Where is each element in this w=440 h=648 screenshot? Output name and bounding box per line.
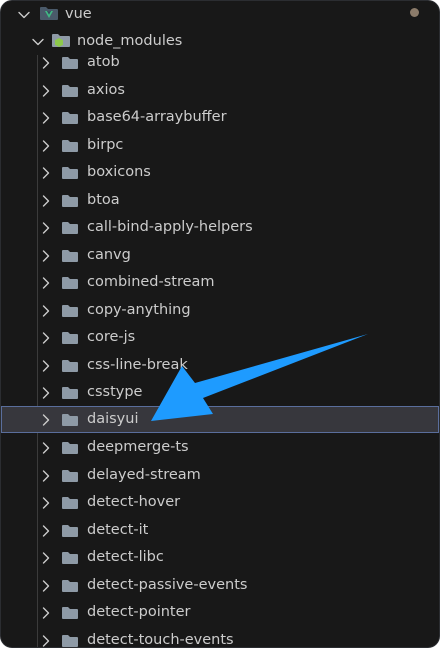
folder-icon [61,358,79,372]
tree-item-folder[interactable]: boxicons [1,159,439,186]
chevron-right-icon[interactable] [39,220,53,234]
folder-icon [61,275,79,289]
tree-item-folder[interactable]: detect-it [1,517,439,544]
folder-icon [61,110,79,124]
tree-item-label: daisyui [87,411,139,427]
chevron-right-icon[interactable] [39,55,53,69]
tree-item-label: detect-hover [87,494,181,510]
folder-icon [61,550,79,564]
chevron-right-icon[interactable] [39,605,53,619]
tree-item-folder[interactable]: copy-anything [1,297,439,324]
chevron-right-icon[interactable] [39,275,53,289]
node-modules-folder-icon [51,33,71,47]
chevron-right-icon[interactable] [39,248,53,262]
tree-item-label: canvg [87,246,131,263]
folder-icon [61,578,79,592]
folder-icon [61,468,79,482]
modified-indicator [410,8,419,17]
folder-icon [61,633,79,647]
tree-item-label: detect-pointer [87,604,191,620]
chevron-right-icon[interactable] [39,385,53,399]
tree-item-label: boxicons [87,164,151,180]
tree-item-label: core-js [87,329,136,345]
chevron-right-icon[interactable] [39,633,53,647]
tree-item-label: base64-arraybuffer [87,109,227,125]
tree-item-folder[interactable]: detect-libc [1,544,439,571]
tree-item-folder[interactable]: combined-stream [1,269,439,296]
file-explorer: vue node_modules atob axios base64-array… [0,0,440,648]
tree-item-folder[interactable]: detect-pointer [1,599,439,626]
tree-item-folder[interactable]: csstype [1,379,439,406]
folder-icon [61,330,79,344]
tree-item-folder[interactable]: core-js [1,324,439,351]
tree-item-folder[interactable]: atob [1,49,439,76]
tree-item-folder[interactable]: axios [1,77,439,104]
chevron-right-icon[interactable] [39,110,53,124]
chevron-right-icon[interactable] [39,358,53,372]
chevron-right-icon[interactable] [39,83,53,97]
tree-item-label: csstype [87,384,143,400]
chevron-right-icon[interactable] [39,165,53,179]
vue-folder-icon [39,6,59,20]
folder-icon [61,440,79,454]
folder-icon [61,495,79,509]
tree-item-label: btoa [87,191,120,208]
tree-item-label: delayed-stream [87,466,201,483]
tree-item-folder[interactable]: canvg [1,242,439,269]
folder-icon [61,523,79,537]
folder-icon [61,303,79,317]
tree-item-label: detect-touch-events [87,631,234,648]
tree-item-folder[interactable]: call-bind-apply-helpers [1,214,439,241]
tree-item-label: axios [87,81,125,98]
chevron-right-icon[interactable] [39,193,53,207]
chevron-right-icon[interactable] [39,412,53,426]
tree-item-label: deepmerge-ts [87,439,189,455]
tree-item-label: detect-it [87,521,149,538]
tree-item-folder[interactable]: deepmerge-ts [1,434,439,461]
chevron-right-icon[interactable] [39,578,53,592]
tree-item-label: copy-anything [87,301,191,318]
folder-icon [61,138,79,152]
folder-icon [61,412,79,426]
folder-icon [61,248,79,262]
tree-item-label: birpc [87,136,124,153]
tree-item-folder[interactable]: css-line-break [1,352,439,379]
tree-item-vue[interactable]: vue [1,1,439,28]
chevron-down-icon[interactable] [31,34,45,48]
tree-item-label: vue [65,6,92,22]
tree-item-label: detect-libc [87,549,164,565]
folder-icon [61,193,79,207]
tree-item-label: detect-passive-events [87,576,248,593]
chevron-right-icon[interactable] [39,440,53,454]
chevron-right-icon[interactable] [39,468,53,482]
folder-icon [61,385,79,399]
folder-icon [61,55,79,69]
tree-item-folder[interactable]: delayed-stream [1,462,439,489]
tree-item-folder[interactable]: base64-arraybuffer [1,104,439,131]
folder-icon [61,83,79,97]
tree-item-folder-selected[interactable]: daisyui [1,406,439,433]
tree-item-folder[interactable]: detect-hover [1,489,439,516]
tree-item-label: call-bind-apply-helpers [87,219,253,235]
folder-icon [61,220,79,234]
tree-item-folder[interactable]: detect-touch-events [1,627,439,648]
folder-icon [61,165,79,179]
tree-item-folder[interactable]: birpc [1,132,439,159]
chevron-down-icon[interactable] [17,7,31,21]
chevron-right-icon[interactable] [39,495,53,509]
chevron-right-icon[interactable] [39,303,53,317]
folder-icon [61,605,79,619]
tree-item-folder[interactable]: btoa [1,187,439,214]
tree-item-folder[interactable]: detect-passive-events [1,572,439,599]
tree-item-label: node_modules [77,33,183,49]
chevron-right-icon[interactable] [39,523,53,537]
tree-item-label: combined-stream [87,274,215,290]
tree-item-label: css-line-break [87,356,188,373]
chevron-right-icon[interactable] [39,330,53,344]
chevron-right-icon[interactable] [39,550,53,564]
chevron-right-icon[interactable] [39,138,53,152]
tree-item-label: atob [87,54,120,70]
